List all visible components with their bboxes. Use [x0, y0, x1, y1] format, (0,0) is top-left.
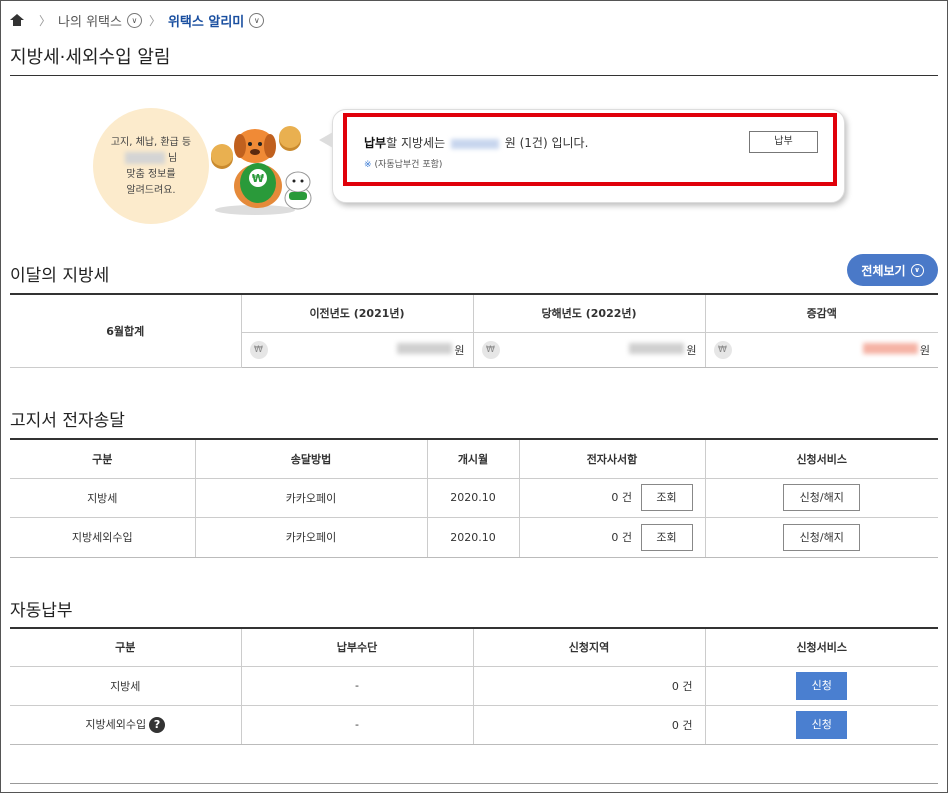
redacted-name: [124, 152, 165, 164]
pay-note: ※ (자동납부건 포함): [364, 157, 442, 170]
count-label: 0 건: [611, 530, 632, 544]
help-icon[interactable]: ?: [149, 717, 166, 733]
chevron-down-icon: ∨: [910, 263, 924, 277]
column-header: 신청서비스: [704, 438, 938, 479]
column-header: 개시월: [426, 438, 520, 479]
electronic-table: 구분 송달방법 개시월 전자사서함 신청서비스 지방세 카카오페이 2020.1…: [10, 438, 938, 558]
won-icon: ₩: [249, 340, 268, 359]
unit-label: 원: [686, 343, 697, 357]
view-all-button[interactable]: 전체보기 ∨: [847, 254, 938, 286]
apply-button[interactable]: 신청: [796, 671, 848, 700]
column-header: 전자사서함: [518, 438, 706, 479]
greeting-bubble: 고지, 체납, 환급 등 님 맞춤 정보를 알려드려요.: [93, 108, 209, 224]
mascot-illustration: ₩: [211, 126, 312, 215]
bottom-divider: [10, 783, 938, 784]
table-row: 지방세 카카오페이 2020.10 0 건 조회 신청/해지: [10, 477, 938, 518]
note-mark-icon: ※: [364, 160, 372, 170]
chevron-down-icon[interactable]: ∨: [249, 12, 265, 28]
column-header: 당해년도 (2022년): [472, 293, 706, 333]
redacted-value: [629, 342, 685, 354]
column-header: 증감액: [704, 293, 938, 333]
method-cell: 카카오페이: [194, 516, 428, 558]
redacted-value: [862, 342, 918, 354]
table-cell: ₩ 원: [704, 331, 938, 368]
electronic-section-title: 고지서 전자송달: [10, 411, 125, 431]
column-header: 송달방법: [194, 438, 428, 479]
table-cell: ₩ 원: [472, 331, 706, 368]
type-cell: 지방세: [10, 665, 242, 706]
mailbox-cell: 0 건 조회: [518, 477, 706, 518]
pay-notice-suffix: 원 (1건) 입니다.: [504, 136, 589, 150]
column-header: 구분: [10, 627, 242, 667]
chevron-right-icon: 〉: [39, 13, 52, 28]
title-divider: [10, 75, 938, 76]
service-cell: 신청: [704, 665, 938, 706]
means-cell: -: [240, 704, 474, 745]
breadcrumb-item-mywetax[interactable]: 나의 위택스: [58, 11, 122, 30]
monthly-table: 6월합계 이전년도 (2021년) 당해년도 (2022년) 증감액 ₩ 원 ₩ 원…: [10, 293, 938, 368]
method-cell: 카카오페이: [194, 477, 428, 518]
greeting-text: 맞춤 정보를: [126, 169, 176, 180]
autopay-section-title: 자동납부: [10, 601, 73, 621]
breadcrumb: 〉 나의 위택스 ∨ 〉 위택스 알리미 ∨: [10, 10, 265, 30]
redacted-amount: [450, 138, 499, 149]
row-label: 6월합계: [10, 293, 242, 368]
breadcrumb-item-current[interactable]: 위택스 알리미: [168, 11, 244, 30]
column-header: 구분: [10, 438, 196, 479]
greeting-suffix: 님: [167, 153, 178, 164]
table-row: 지방세외수입 카카오페이 2020.10 0 건 조회 신청/해지: [10, 516, 938, 558]
start-cell: 2020.10: [426, 477, 520, 518]
apply-button[interactable]: 신청: [796, 710, 848, 739]
svg-text:₩: ₩: [252, 172, 264, 185]
greeting-text: 알려드려요.: [126, 185, 176, 196]
mailbox-cell: 0 건 조회: [518, 516, 706, 558]
type-label: 지방세외수입: [85, 718, 147, 731]
chevron-right-icon: 〉: [148, 13, 161, 28]
page-title: 지방세·세외수입 알림: [10, 47, 171, 68]
table-row: 지방세 - 0 건 신청: [10, 665, 938, 706]
unit-label: 원: [454, 343, 465, 357]
greeting-name-line: 님: [93, 151, 209, 167]
column-header: 신청서비스: [704, 627, 938, 667]
pay-notice-text: 할 지방세는: [386, 136, 446, 150]
region-cell: 0 건: [472, 665, 706, 706]
redacted-value: [397, 342, 453, 354]
table-row: 지방세외수입? - 0 건 신청: [10, 704, 938, 745]
autopay-table: 구분 납부수단 신청지역 신청서비스 지방세 - 0 건 신청 지방세외수입? …: [10, 627, 938, 745]
view-button[interactable]: 조회: [640, 523, 693, 551]
pay-button[interactable]: 납부: [749, 131, 818, 153]
service-cell: 신청/해지: [704, 516, 938, 558]
service-cell: 신청/해지: [704, 477, 938, 518]
pay-notice-bold: 납부: [364, 136, 387, 150]
view-all-label: 전체보기: [861, 263, 906, 278]
type-cell: 지방세외수입?: [10, 704, 242, 745]
home-icon[interactable]: [10, 14, 24, 26]
region-cell: 0 건: [472, 704, 706, 745]
table-cell: ₩ 원: [241, 331, 474, 368]
greeting-text: 고지, 체납, 환급 등: [110, 137, 192, 148]
monthly-section-title: 이달의 지방세: [10, 266, 110, 286]
means-cell: -: [240, 665, 474, 706]
service-cell: 신청: [704, 704, 938, 745]
column-header: 신청지역: [472, 627, 706, 667]
pay-note-text: (자동납부건 포함): [374, 160, 443, 170]
view-button[interactable]: 조회: [640, 484, 693, 511]
type-cell: 지방세: [10, 477, 196, 518]
start-cell: 2020.10: [426, 516, 520, 558]
apply-cancel-button[interactable]: 신청/해지: [783, 484, 861, 511]
chevron-down-icon[interactable]: ∨: [126, 12, 142, 28]
won-icon: ₩: [481, 340, 500, 359]
unit-label: 원: [919, 343, 930, 357]
pay-notice: 납부할 지방세는 원 (1건) 입니다.: [364, 134, 588, 151]
type-cell: 지방세외수입: [10, 516, 196, 558]
apply-cancel-button[interactable]: 신청/해지: [783, 523, 861, 551]
column-header: 납부수단: [240, 627, 474, 667]
won-icon: ₩: [713, 340, 732, 359]
count-label: 0 건: [611, 491, 632, 504]
column-header: 이전년도 (2021년): [240, 293, 474, 333]
